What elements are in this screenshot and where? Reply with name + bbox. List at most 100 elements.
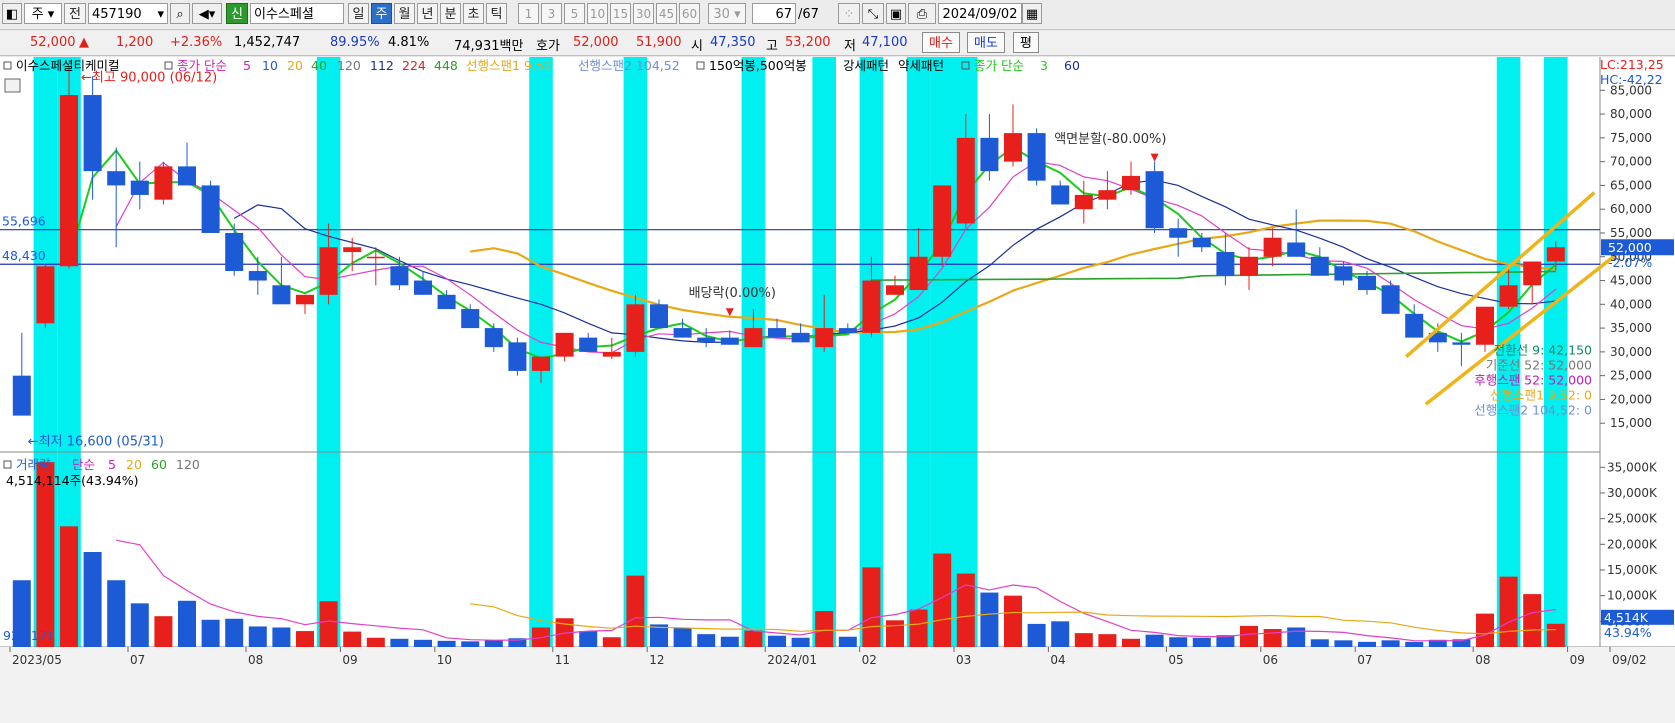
interval-button-10[interactable]: 10 <box>587 3 608 24</box>
search-icon[interactable]: ⌕ <box>170 3 190 24</box>
ichimoku-line-2: 후행스팬 52: 52,000 <box>1474 372 1592 387</box>
candle-body <box>1145 171 1164 229</box>
candle-body <box>555 332 574 357</box>
print-icon[interactable]: ⎙ <box>908 3 936 24</box>
price-tick-label: 45,000 <box>1610 274 1652 288</box>
interval-button-1[interactable]: 1 <box>518 3 539 24</box>
period-tab-3[interactable]: 년 <box>417 3 438 24</box>
period-tab-2[interactable]: 월 <box>394 3 415 24</box>
candle-body <box>1074 194 1093 210</box>
volume-bar <box>1546 623 1565 647</box>
date-tick-label: 07 <box>130 653 145 667</box>
interval-button-5[interactable]: 5 <box>564 3 585 24</box>
calculator-icon[interactable] <box>4 78 21 93</box>
date-tick-label: 06 <box>1263 653 1278 667</box>
ichimoku-line-3: 선행스팬1 9,52: 0 <box>1490 387 1592 402</box>
up-arrow-icon: ▲ <box>79 35 89 50</box>
stock-name-field[interactable]: 이수스페셜 <box>250 3 344 24</box>
lc-label: LC:213,25 <box>1600 57 1664 72</box>
zoom-icon[interactable]: ⤡ <box>862 3 884 24</box>
period-tab-5[interactable]: 초 <box>463 3 484 24</box>
volume-tick-label: 15,000K <box>1607 563 1658 577</box>
buy-button[interactable]: 매수 <box>922 32 960 53</box>
volume-bar <box>1358 641 1376 647</box>
legend-ma-40: 40 <box>311 58 327 73</box>
candle-body <box>815 328 834 348</box>
volume-bar <box>178 600 196 647</box>
volume-bar <box>248 626 267 647</box>
candle-body <box>461 309 480 329</box>
candle-body <box>1051 185 1070 205</box>
period-tab-1[interactable]: 주 <box>371 3 392 24</box>
volume-bar <box>60 526 78 647</box>
volume-tick-label: 30,000K <box>1607 486 1658 500</box>
volume-info: 4,514,114주(43.94%) <box>6 473 139 488</box>
toolbar: ◧ 주 ▾ 전 457190 ▾ ⌕ ◀▾ 신 이수스페셜 일주월년분초틱 135… <box>0 0 1675 30</box>
volume-bar <box>1145 634 1164 647</box>
price-tick-label: 65,000 <box>1610 178 1652 192</box>
stock-chart[interactable]: 15,000 20,000 25,000 30,000 35,000 40,000 45,0… <box>0 57 1675 723</box>
candle-body <box>60 95 78 267</box>
candle-body <box>744 328 763 348</box>
candle-body <box>1263 237 1282 257</box>
evaluate-button[interactable]: 평 <box>1013 32 1039 53</box>
date-tick-label: 03 <box>956 653 971 667</box>
candle-body <box>319 247 338 295</box>
volume-bar <box>461 641 480 647</box>
interval-button-15[interactable]: 15 <box>610 3 631 24</box>
volume-legend-ma-5: 5 <box>108 457 116 472</box>
code-dropdown-icon[interactable]: ▾ <box>157 4 164 23</box>
interval-button-3[interactable]: 3 <box>541 3 562 24</box>
count-total: /67 <box>798 7 819 22</box>
candle-body <box>1405 313 1424 338</box>
volume-bar <box>1098 634 1117 647</box>
date-input[interactable]: 2024/09/02 <box>938 3 1022 24</box>
volume-bar <box>980 592 999 647</box>
candle-body <box>980 137 999 172</box>
sell-button[interactable]: 매도 <box>967 32 1005 53</box>
speaker-icon[interactable]: ◀▾ <box>192 3 222 24</box>
compare-icon[interactable]: ⁘ <box>838 3 860 24</box>
interval-button-30[interactable]: 30 <box>633 3 654 24</box>
volume-bar <box>1192 637 1211 647</box>
period-tab-6[interactable]: 틱 <box>486 3 507 24</box>
candle-body <box>650 304 668 329</box>
volume-bar <box>768 635 786 647</box>
legend-ma2-60: 60 <box>1064 58 1080 73</box>
candle-body <box>626 304 645 352</box>
highlight-column <box>529 57 553 647</box>
candle-body <box>1476 306 1494 345</box>
interval-button-60[interactable]: 60 <box>679 3 700 24</box>
calendar-icon[interactable]: ▦ <box>1022 3 1042 24</box>
volume-bar <box>225 618 244 647</box>
chart-menu-icon[interactable]: ◧ <box>2 3 22 24</box>
candle-body <box>602 351 621 357</box>
candle-body <box>484 328 503 348</box>
hc-label: HC:-42,22 <box>1600 72 1663 87</box>
legend-ma2-label: 종가 단순 <box>974 58 1024 73</box>
current-price: 52,000 <box>30 35 76 50</box>
candle-body <box>1334 266 1353 281</box>
interval-select[interactable]: 30 ▾ <box>708 3 746 24</box>
low-label: 저 <box>844 39 856 54</box>
candle-body <box>414 280 432 295</box>
bid-price: 51,900 <box>636 35 682 50</box>
prefix-button[interactable]: 전 <box>64 3 86 24</box>
count-input[interactable]: 67 <box>752 3 796 24</box>
volume-bar <box>1027 623 1046 647</box>
market-select[interactable]: 주 ▾ <box>24 3 62 24</box>
price-tick-label: 20,000 <box>1610 392 1652 406</box>
volume-bar <box>1169 637 1188 647</box>
interval-button-45[interactable]: 45 <box>656 3 677 24</box>
high-price: 53,200 <box>785 35 831 50</box>
candle-body <box>1546 247 1565 262</box>
period-tab-4[interactable]: 분 <box>440 3 461 24</box>
legend-stock-name: 이수스페셜티케미컬 <box>16 58 120 73</box>
save-icon[interactable]: ▣ <box>886 3 906 24</box>
candle-body <box>1523 261 1542 286</box>
volume-bar <box>1381 640 1400 647</box>
code-input[interactable]: 457190 ▾ <box>88 3 168 24</box>
date-tick-label: 2024/01 <box>767 653 817 667</box>
last-price-pct: -2.07% <box>1608 255 1652 270</box>
period-tab-0[interactable]: 일 <box>348 3 369 24</box>
